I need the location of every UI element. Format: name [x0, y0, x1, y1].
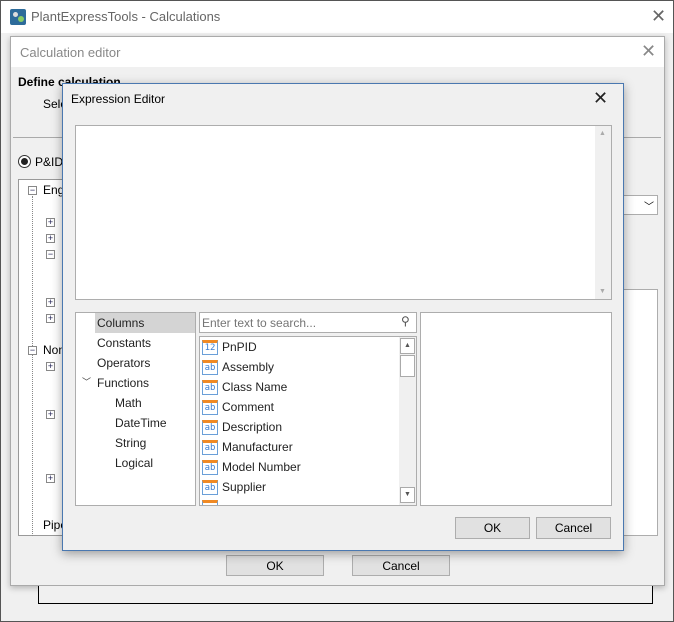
category-operators[interactable]: Operators	[97, 353, 150, 373]
category-string[interactable]: String	[115, 433, 146, 453]
pid-radio-label: P&ID	[35, 155, 64, 169]
app-logo-icon	[10, 9, 26, 25]
description-pane	[420, 312, 612, 506]
category-constants[interactable]: Constants	[97, 333, 151, 353]
expr-title: Expression Editor	[71, 92, 166, 106]
column-label: Assembly	[222, 360, 275, 374]
column-item[interactable]: ab Model Number	[200, 457, 398, 477]
expr-cancel-button[interactable]: Cancel	[536, 517, 611, 539]
chevron-down-icon: ﹀	[644, 202, 654, 213]
category-math[interactable]: Math	[115, 393, 142, 413]
app-title: PlantExpressTools - Calculations	[31, 9, 221, 24]
category-logical[interactable]: Logical	[115, 453, 153, 473]
scrollbar[interactable]: ▲ ▼	[399, 337, 416, 505]
search-icon[interactable]: ⚲	[401, 314, 410, 328]
background-box	[38, 586, 653, 604]
chevron-down-icon[interactable]: ﹀	[82, 375, 91, 388]
column-label: Description	[222, 420, 283, 434]
expr-ok-button[interactable]: OK	[455, 517, 530, 539]
column-label: Supplier	[222, 480, 267, 494]
column-item[interactable]: 12 PnPID	[200, 337, 398, 357]
column-item[interactable]: ab Comment	[200, 397, 398, 417]
text-column-icon: ab	[202, 380, 218, 395]
column-item[interactable]: ab Supplier	[200, 477, 398, 497]
column-label: Model Number	[222, 460, 301, 474]
column-item[interactable]: ab Class Name	[200, 377, 398, 397]
column-label: Comment	[222, 400, 275, 414]
text-column-icon	[202, 500, 218, 505]
text-column-icon: ab	[202, 360, 218, 375]
text-column-icon: ab	[202, 440, 218, 455]
column-item[interactable]: ab Manufacturer	[200, 437, 398, 457]
columns-list: ab Supplier ab Model Number ab Manufacturer ab…	[199, 336, 417, 506]
category-list: Columns Constants Operators ﹀ Functions …	[75, 312, 196, 506]
column-item[interactable]: ab Assembly	[200, 357, 398, 377]
pid-radio[interactable]	[18, 155, 31, 168]
main-title-bar: PlantExpressTools - Calculations ✕	[1, 1, 673, 33]
calc-title: Calculation editor	[20, 45, 121, 60]
numeric-column-icon: 12	[202, 340, 218, 355]
category-columns[interactable]: Columns	[97, 313, 144, 333]
column-label: PnPID	[222, 340, 257, 354]
category-datetime[interactable]: DateTime	[115, 413, 167, 433]
expression-editor-dialog: Expression Editor ✕ ▲ ▼ Columns Constants…	[62, 83, 624, 551]
column-label: Manufacturer	[222, 440, 293, 454]
text-column-icon: ab	[202, 400, 218, 415]
close-icon[interactable]: ✕	[641, 42, 656, 60]
calc-ok-button[interactable]: OK	[226, 555, 324, 576]
text-column-icon: ab	[202, 460, 218, 475]
search-input[interactable]	[202, 314, 392, 331]
expression-textarea[interactable]: ▲ ▼	[75, 125, 612, 300]
search-box[interactable]: ⚲	[199, 312, 417, 333]
text-column-icon: ab	[202, 420, 218, 435]
dropdown[interactable]: ﹀	[619, 195, 658, 215]
close-icon[interactable]: ✕	[593, 89, 608, 107]
column-item[interactable]: ab Description	[200, 417, 398, 437]
scrollbar-thumb[interactable]	[400, 355, 415, 377]
calc-cancel-button[interactable]: Cancel	[352, 555, 450, 576]
close-icon[interactable]: ✕	[651, 7, 666, 25]
calc-title-bar: Calculation editor ✕	[11, 37, 664, 67]
category-functions[interactable]: Functions	[97, 373, 149, 393]
right-panel	[619, 289, 658, 536]
text-column-icon: ab	[202, 480, 218, 495]
scrollbar[interactable]: ▲ ▼	[595, 126, 611, 299]
column-item[interactable]	[200, 497, 398, 505]
column-label: Class Name	[222, 380, 288, 394]
